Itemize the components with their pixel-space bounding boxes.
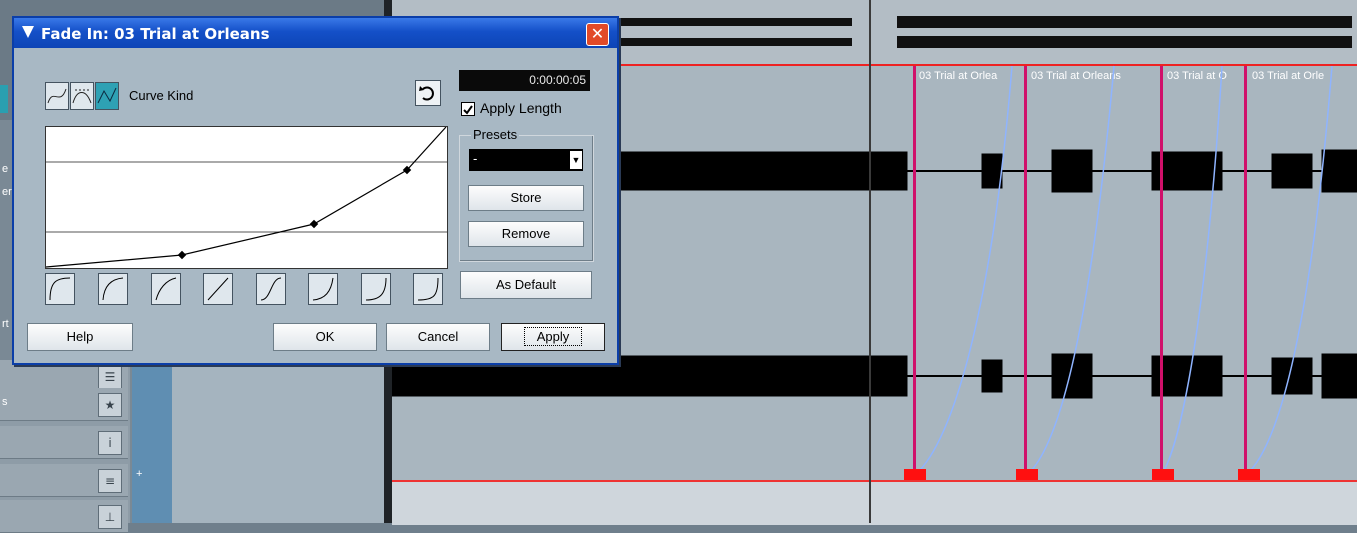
curve-preset-4-icon xyxy=(207,277,229,301)
cancel-button[interactable]: Cancel xyxy=(386,323,490,351)
linear-icon xyxy=(97,87,117,104)
help-button[interactable]: Help xyxy=(27,323,133,351)
fade-curve xyxy=(1246,65,1333,475)
fade-curve-line xyxy=(45,126,447,268)
as-default-button[interactable]: As Default xyxy=(460,271,592,299)
restore-icon xyxy=(419,86,434,101)
remove-button[interactable]: Remove xyxy=(468,221,584,247)
fade-marker-block[interactable] xyxy=(1016,469,1038,480)
checkmark-icon xyxy=(463,105,473,115)
fade-curve xyxy=(915,65,1013,475)
curve-preset-5-button[interactable] xyxy=(256,273,286,305)
curve-preset-2-button[interactable] xyxy=(98,273,128,305)
waveform-burst xyxy=(981,153,1003,189)
track-row: ≡ xyxy=(0,464,128,497)
curve-preset-7-button[interactable] xyxy=(361,273,391,305)
waveform-burst xyxy=(1321,149,1357,193)
notepad-icon[interactable]: ≡ xyxy=(98,469,122,493)
overview-wave-top-right xyxy=(897,16,1352,28)
inspector-area xyxy=(172,360,384,523)
dialog-title: Fade In: 03 Trial at Orleans xyxy=(41,25,270,43)
fade-curve xyxy=(1027,65,1115,475)
track-fragment-4: s xyxy=(2,396,8,408)
apply-button[interactable]: Apply xyxy=(501,323,605,351)
damped-spline-icon xyxy=(72,89,92,104)
curve-preset-3-button[interactable] xyxy=(151,273,181,305)
info-icon[interactable]: i xyxy=(98,431,122,455)
waveform-burst xyxy=(1051,353,1093,399)
curve-preset-7-icon xyxy=(365,277,387,301)
apply-length-checkbox[interactable] xyxy=(461,102,475,116)
curve-preset-8-icon xyxy=(417,277,439,301)
fade-handle[interactable] xyxy=(1160,66,1163,480)
curve-preset-3-icon xyxy=(155,277,177,301)
curve-kind-linear-button[interactable] xyxy=(95,82,119,110)
list-icon[interactable]: ☰ xyxy=(98,365,122,389)
waveform-burst xyxy=(1271,153,1313,189)
presets-label: Presets xyxy=(471,127,520,142)
fader-icon[interactable]: ⊥ xyxy=(98,505,122,529)
left-strip-highlight xyxy=(0,85,8,113)
curve-preset-1-icon xyxy=(49,277,71,301)
fade-handle[interactable] xyxy=(1024,66,1027,480)
spline-icon xyxy=(47,88,67,104)
waveform-burst xyxy=(981,359,1003,393)
fade-curve-plot[interactable] xyxy=(45,126,447,268)
fade-marker-block[interactable] xyxy=(1238,469,1260,480)
fade-in-dialog: Fade In: 03 Trial at Orleans ✕ Curve Kin… xyxy=(12,16,619,365)
add-track-icon[interactable]: + xyxy=(136,468,142,480)
chevron-down-icon[interactable]: ▼ xyxy=(570,151,582,169)
fade-handle[interactable] xyxy=(1244,66,1247,480)
track-fragment-2: er xyxy=(2,186,12,198)
fade-curve-graph[interactable] xyxy=(45,126,448,269)
apply-button-label: Apply xyxy=(523,327,583,346)
curve-kind-damped-spline-button[interactable] xyxy=(70,82,94,110)
fade-handle[interactable] xyxy=(913,66,916,480)
app-icon xyxy=(22,26,34,38)
curve-preset-2-icon xyxy=(102,277,124,301)
overview-wave-bottom-left xyxy=(592,38,852,46)
waveform-burst xyxy=(1321,353,1357,399)
fade-curve xyxy=(1161,65,1223,475)
bottom-lane xyxy=(392,480,1357,525)
overview-wave-top-left xyxy=(592,18,852,26)
curve-preset-4-button[interactable] xyxy=(203,273,233,305)
fade-curves xyxy=(915,65,1333,475)
curve-preset-6-icon xyxy=(312,277,334,301)
fade-marker-block[interactable] xyxy=(904,469,926,480)
track-row: s ★ xyxy=(0,388,128,421)
track-fragment-1: e xyxy=(2,163,9,175)
fade-length-display[interactable]: 0:00:00:05 xyxy=(459,70,590,91)
fade-marker-block[interactable] xyxy=(1152,469,1174,480)
curve-node[interactable] xyxy=(177,250,187,260)
close-icon: ✕ xyxy=(590,24,605,43)
store-button[interactable]: Store xyxy=(468,185,584,211)
restore-button[interactable] xyxy=(415,80,441,106)
curve-preset-8-button[interactable] xyxy=(413,273,443,305)
track-row: i xyxy=(0,426,128,459)
curve-kind-label: Curve Kind xyxy=(129,88,194,103)
curve-preset-6-button[interactable] xyxy=(308,273,338,305)
curve-node[interactable] xyxy=(309,219,319,229)
track-fragment-3: rt xyxy=(2,318,9,330)
curve-preset-1-button[interactable] xyxy=(45,273,75,305)
track-panel: ☰ s ★ i ≡ ⊥ xyxy=(0,360,130,533)
track-row: ⊥ xyxy=(0,500,128,533)
curve-preset-5-icon xyxy=(260,277,282,301)
preset-dropdown[interactable]: - xyxy=(469,149,583,171)
inspector-strip xyxy=(132,360,172,523)
star-icon[interactable]: ★ xyxy=(98,393,122,417)
project-cursor[interactable] xyxy=(869,0,871,523)
apply-length-label: Apply Length xyxy=(480,100,562,116)
ok-button[interactable]: OK xyxy=(273,323,377,351)
overview-wave-bottom-right xyxy=(897,36,1352,48)
waveform-burst xyxy=(616,151,908,191)
dialog-titlebar[interactable]: Fade In: 03 Trial at Orleans ✕ xyxy=(14,18,617,48)
close-button[interactable]: ✕ xyxy=(586,23,609,46)
curve-kind-spline-button[interactable] xyxy=(45,82,69,110)
waveform-burst xyxy=(1051,149,1093,193)
